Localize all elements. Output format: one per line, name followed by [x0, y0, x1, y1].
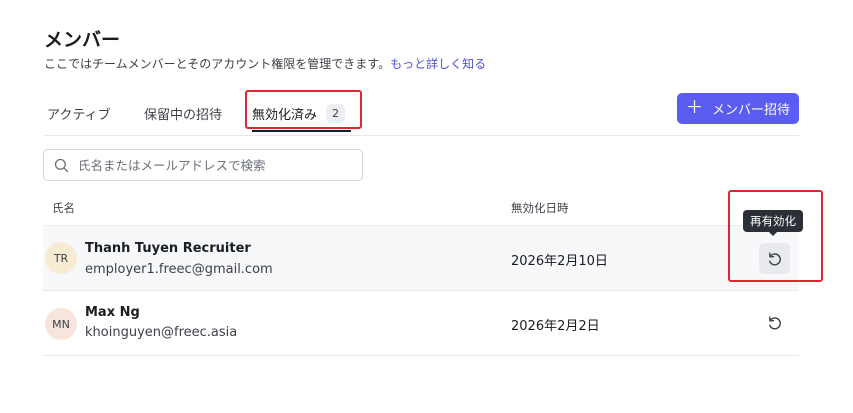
plus-icon: ＋	[685, 98, 703, 118]
avatar: MN	[45, 308, 77, 340]
invite-member-label: メンバー招待	[711, 103, 790, 118]
table-row: MN Max Ng khoinguyen@freec.asia 2026年2月2…	[43, 291, 799, 356]
reactivate-button[interactable]	[759, 307, 790, 338]
restore-icon	[768, 316, 781, 329]
page-title: メンバー	[44, 29, 121, 51]
column-header-deactivated-date: 無効化日時	[511, 201, 569, 215]
deactivated-count-badge: 2	[326, 103, 346, 123]
restore-icon	[768, 252, 781, 265]
tab-pending-invites[interactable]: 保留中の招待	[144, 90, 222, 136]
tab-deactivated-label: 無効化済み	[252, 107, 318, 123]
search-box	[43, 149, 363, 181]
table-row: TR Thanh Tuyen Recruiter employer1.freec…	[43, 225, 799, 291]
subtitle-text: ここではチームメンバーとそのアカウント権限を管理できます。	[44, 57, 391, 71]
tab-active-label: アクティブ	[47, 107, 111, 123]
tab-pending-label: 保留中の招待	[144, 107, 223, 123]
tab-deactivated[interactable]: 無効化済み 2	[252, 90, 351, 136]
reactivate-button[interactable]	[759, 243, 790, 274]
search-input[interactable]	[78, 157, 348, 173]
learn-more-link[interactable]: もっと詳しく知る	[390, 57, 486, 71]
page-subtitle: ここではチームメンバーとそのアカウント権限を管理できます。もっと詳しく知る	[44, 55, 486, 72]
deactivated-date: 2026年2月2日	[511, 319, 600, 334]
member-name: Thanh Tuyen Recruiter	[85, 241, 251, 256]
member-email: khoinguyen@freec.asia	[85, 325, 238, 340]
invite-member-button[interactable]: ＋ メンバー招待	[677, 93, 799, 124]
tab-active[interactable]: アクティブ	[47, 90, 111, 136]
reactivate-tooltip: 再有効化	[743, 210, 803, 236]
member-name: Max Ng	[85, 305, 140, 320]
search-icon	[54, 158, 69, 172]
column-header-name: 氏名	[52, 201, 75, 215]
deactivated-date: 2026年2月10日	[511, 254, 608, 269]
avatar: TR	[45, 242, 77, 274]
member-email: employer1.freec@gmail.com	[85, 262, 273, 277]
